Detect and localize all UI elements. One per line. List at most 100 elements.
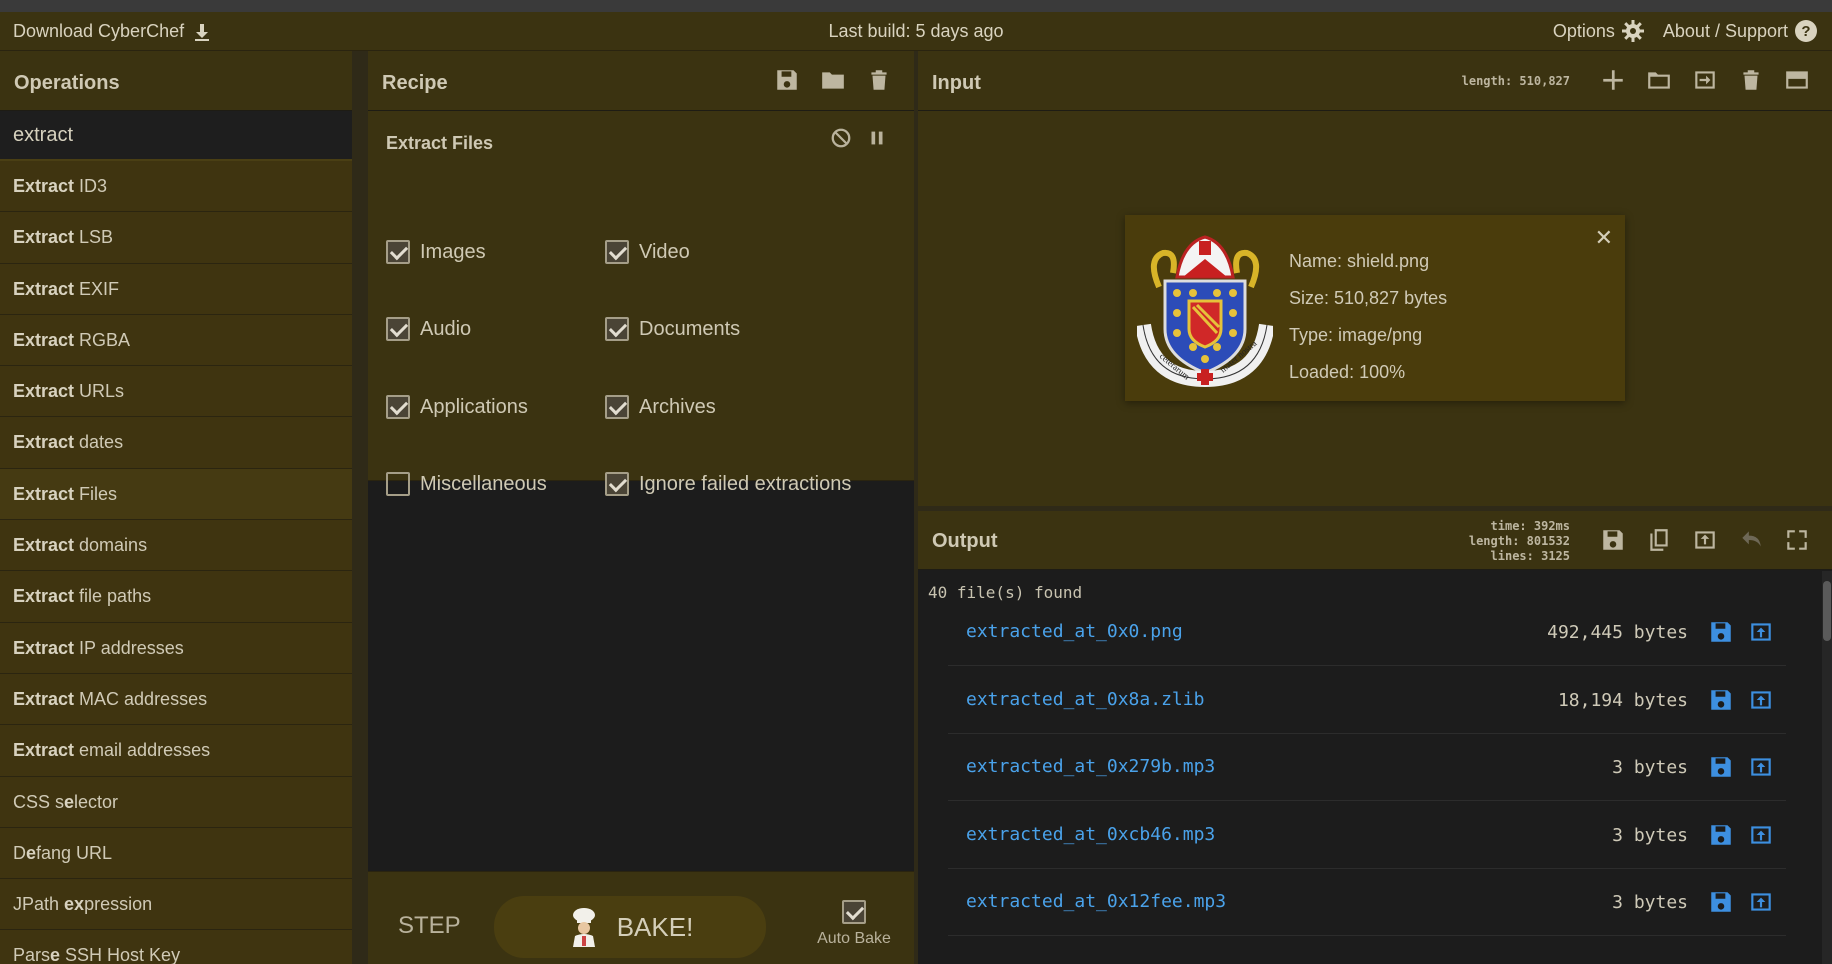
video-check-box[interactable] [605, 240, 629, 264]
file-loaded: Loaded: 100% [1289, 362, 1406, 382]
load-into-input-icon[interactable] [1748, 889, 1774, 915]
download-file-save-icon[interactable] [1708, 889, 1734, 915]
clear-recipe-trash-icon[interactable] [866, 67, 892, 93]
op-item-extract-lsb[interactable]: Extract LSB [0, 212, 352, 264]
step-button[interactable]: STEP [398, 912, 461, 940]
operations-header: Operations [0, 51, 352, 111]
close-file-icon[interactable]: ✕ [1595, 225, 1613, 251]
bake-label[interactable]: BAKE! [617, 912, 694, 943]
operations-search-input[interactable]: extract [0, 111, 352, 161]
auto-bake-check-box[interactable] [842, 900, 866, 924]
download-link[interactable]: Download CyberChef [13, 21, 212, 42]
undo-icon[interactable] [1738, 527, 1764, 553]
operations-title: Operations [14, 72, 120, 94]
help-icon[interactable]: ? [1794, 19, 1818, 43]
download-file-save-icon[interactable] [1708, 619, 1734, 645]
op-item-css-selector[interactable]: CSS selector [0, 776, 352, 828]
output-file-name-link[interactable]: extracted_at_0x8a.zlib [966, 689, 1204, 710]
save-recipe-icon[interactable] [774, 67, 800, 93]
archives-checkbox[interactable]: Archives [605, 395, 716, 419]
pause-op-icon[interactable] [866, 127, 888, 149]
chef-icon [572, 908, 595, 947]
options-label[interactable]: Options [1553, 21, 1615, 42]
options-button[interactable]: Options [1553, 19, 1645, 43]
open-input-folder-icon[interactable] [1646, 67, 1672, 93]
download-file-save-icon[interactable] [1708, 822, 1734, 848]
output-file-row: extracted_at_0xcb46.mp3 3 bytes [948, 802, 1786, 869]
output-file-size: 3 bytes [1612, 757, 1688, 778]
documents-check-box[interactable] [605, 317, 629, 341]
op-item-jpath-expression[interactable]: JPath expression [0, 879, 352, 931]
about-support-button[interactable]: About / Support ? [1663, 19, 1818, 43]
gear-icon[interactable] [1621, 19, 1645, 43]
output-file-name-link[interactable]: extracted_at_0x12fee.mp3 [966, 891, 1226, 912]
auto-bake-checkbox[interactable]: Auto Bake [804, 900, 904, 948]
op-item-extract-email-addresses[interactable]: Extract email addresses [0, 725, 352, 777]
ignore-failed-check-box[interactable] [605, 472, 629, 496]
recipe-operation-extract-files: Extract Files Images Video Audio Documen… [368, 111, 914, 496]
file-name: Name: shield.png [1289, 251, 1430, 271]
recipe-op-name: Extract Files [386, 133, 494, 153]
clear-input-trash-icon[interactable] [1738, 67, 1764, 93]
copy-output-icon[interactable] [1646, 527, 1672, 553]
maximise-output-icon[interactable] [1784, 527, 1810, 553]
output-file-row: extracted_at_0x12fee.mp3 3 bytes [948, 869, 1786, 936]
open-file-input-icon[interactable] [1692, 67, 1718, 93]
file-size: Size: 510,827 bytes [1289, 288, 1448, 308]
op-item-parse-ssh-host-key[interactable]: Parse SSH Host Key [0, 930, 352, 964]
layout-toggle-icon[interactable] [1784, 67, 1810, 93]
op-item-extract-exif[interactable]: Extract EXIF [0, 263, 352, 315]
op-item-extract-file-paths[interactable]: Extract file paths [0, 571, 352, 623]
op-item-extract-dates[interactable]: Extract dates [0, 417, 352, 469]
miscellaneous-checkbox[interactable]: Miscellaneous [386, 472, 547, 496]
op-item-extract-urls[interactable]: Extract URLs [0, 366, 352, 418]
download-label[interactable]: Download CyberChef [13, 21, 184, 42]
load-into-input-icon[interactable] [1748, 687, 1774, 713]
documents-checkbox[interactable]: Documents [605, 317, 740, 341]
disable-op-icon[interactable] [830, 127, 852, 149]
op-item-extract-files[interactable]: Extract Files [0, 468, 365, 521]
download-icon[interactable] [192, 22, 212, 42]
ignore-failed-checkbox[interactable]: Ignore failed extractions [605, 472, 851, 496]
images-check-box[interactable] [386, 240, 410, 264]
op-item-extract-id3[interactable]: Extract ID3 [0, 161, 352, 213]
op-item-extract-mac-addresses[interactable]: Extract MAC addresses [0, 673, 352, 726]
top-banner: Download CyberChef Last build: 5 days ag… [0, 12, 1832, 51]
miscellaneous-check-box[interactable] [386, 472, 410, 496]
output-file-name-link[interactable]: extracted_at_0x0.png [966, 621, 1183, 642]
file-metadata: Name: shield.png Size: 510,827 bytes Typ… [1289, 243, 1447, 391]
output-file-size: 18,194 bytes [1557, 690, 1688, 711]
download-file-save-icon[interactable] [1708, 754, 1734, 780]
images-checkbox[interactable]: Images [386, 240, 486, 264]
op-item-extract-domains[interactable]: Extract domains [0, 520, 352, 572]
video-checkbox[interactable]: Video [605, 240, 690, 264]
operations-resize-handle[interactable] [352, 51, 368, 964]
archives-check-box[interactable] [605, 395, 629, 419]
download-file-save-icon[interactable] [1708, 687, 1734, 713]
output-scrollbar-thumb[interactable] [1823, 581, 1831, 641]
audio-check-box[interactable] [386, 317, 410, 341]
replace-input-with-output-icon[interactable] [1692, 527, 1718, 553]
recipe-title: Recipe [382, 72, 448, 94]
bake-bar: STEP BAKE! Auto Bake [368, 871, 914, 964]
about-label[interactable]: About / Support [1663, 21, 1788, 42]
applications-check-box[interactable] [386, 395, 410, 419]
applications-checkbox[interactable]: Applications [386, 395, 528, 419]
add-input-tab-icon[interactable] [1600, 67, 1626, 93]
output-scrollbar[interactable] [1822, 571, 1832, 964]
load-recipe-folder-icon[interactable] [820, 67, 846, 93]
bake-button[interactable]: BAKE! [494, 896, 766, 958]
output-file-name-link[interactable]: extracted_at_0x279b.mp3 [966, 756, 1215, 777]
save-output-icon[interactable] [1600, 527, 1626, 553]
op-item-extract-rgba[interactable]: Extract RGBA [0, 314, 352, 367]
op-item-defang-url[interactable]: Defang URL [0, 827, 352, 880]
load-into-input-icon[interactable] [1748, 754, 1774, 780]
load-into-input-icon[interactable] [1748, 822, 1774, 848]
load-into-input-icon[interactable] [1748, 619, 1774, 645]
audio-checkbox[interactable]: Audio [386, 317, 471, 341]
output-file-name-link[interactable]: extracted_at_0xcb46.mp3 [966, 824, 1215, 845]
recipe-pane: Recipe Extract Files Images Video Audio … [368, 51, 914, 964]
output-pane: Output time: 392ms length: 801532 lines:… [918, 511, 1832, 964]
op-item-extract-ip-addresses[interactable]: Extract IP addresses [0, 622, 352, 674]
auto-bake-label: Auto Bake [817, 930, 891, 947]
